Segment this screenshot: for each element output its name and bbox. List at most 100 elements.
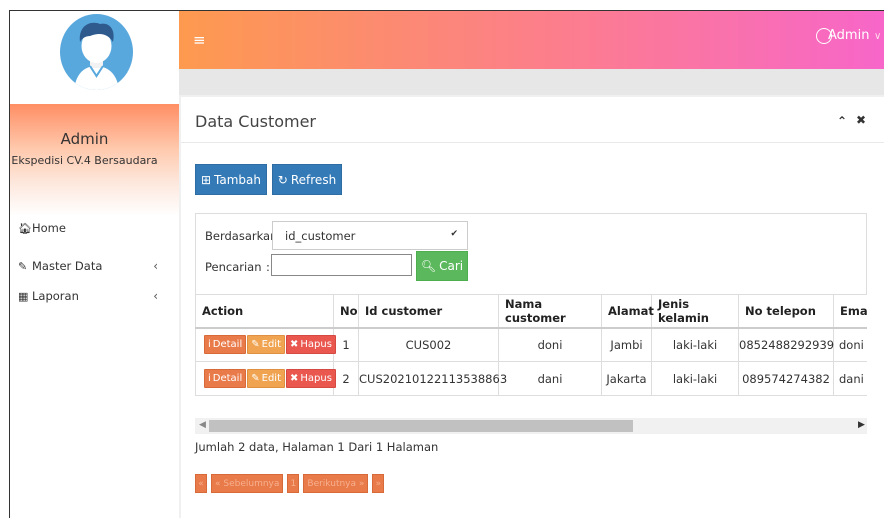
edit-icon: ✎ <box>251 339 260 351</box>
sidebar-item-laporan[interactable]: ▦ Laporan ‹ <box>18 286 158 306</box>
chevron-down-icon: ✔ <box>450 229 458 239</box>
chevron-left-icon: ‹ <box>153 289 158 303</box>
panel-divider <box>181 142 884 143</box>
content-subbar <box>179 69 884 95</box>
chevron-down-icon[interactable]: ∨ <box>874 31 881 42</box>
first-page-button[interactable]: « <box>195 474 207 493</box>
chevron-left-icon: ‹ <box>153 259 158 273</box>
edit-button[interactable]: ✎ Edit <box>247 335 286 355</box>
search-button[interactable]: 🔍︎ Cari <box>416 251 468 281</box>
delete-button[interactable]: ✖ Hapus <box>286 369 336 388</box>
collapse-icon[interactable]: ⌃ <box>837 114 847 128</box>
page-title: Data Customer <box>195 112 317 131</box>
table-row: i Detail ✎ Edit ✖ Hapus 2 CUS20210122113538… <box>195 361 867 396</box>
cell-telepon: 089574274382 <box>738 361 834 396</box>
scrollbar-thumb[interactable] <box>209 420 633 432</box>
cell-email: doni <box>833 327 867 362</box>
table-summary: Jumlah 2 data, Halaman 1 Dari 1 Halaman <box>195 440 439 454</box>
cell-jenis-kelamin: laki-laki <box>651 327 739 362</box>
home-icon: 🏠︎ <box>18 221 32 235</box>
cell-no: 2 <box>333 361 359 396</box>
search-icon: 🔍︎ <box>420 259 437 273</box>
frame-top <box>0 0 884 10</box>
column-header: No <box>333 294 359 329</box>
scroll-left-icon[interactable]: ◀ <box>199 420 206 430</box>
search-input[interactable] <box>271 254 412 276</box>
delete-label: Hapus <box>300 339 332 351</box>
sidebar-user-name: Admin <box>60 130 109 148</box>
search-by-value: id_customer <box>285 228 356 243</box>
action-cell: i Detail ✎ Edit ✖ Hapus <box>195 361 336 396</box>
search-by-select[interactable]: id_customer ✔ <box>272 221 468 250</box>
refresh-icon: ↻ <box>277 172 288 187</box>
sidebar-item-master-data[interactable]: ✎ Master Data ‹ <box>18 256 158 276</box>
column-header: Nama customer <box>498 294 602 329</box>
cell-alamat: Jakarta <box>601 361 652 396</box>
customer-table: Action No Id customer Nama customer Alam… <box>195 294 867 396</box>
sidebar-item-label: Master Data <box>32 259 103 273</box>
search-colon: : <box>266 260 270 274</box>
column-header: Alamat <box>601 294 654 329</box>
sidebar-header <box>10 11 179 104</box>
search-by-label: Berdasarkan: <box>205 229 282 243</box>
table-header-row: Action No Id customer Nama customer Alam… <box>195 294 867 329</box>
cell-id: CUS002 <box>358 327 499 362</box>
edit-label: Edit <box>261 339 282 351</box>
search-button-label: Cari <box>439 259 464 273</box>
cell-telepon: 0852488292939 <box>738 327 834 362</box>
refresh-button-label: Refresh <box>290 172 337 187</box>
column-header: Id customer <box>358 294 499 329</box>
cell-alamat: Jambi <box>601 327 652 362</box>
sidebar-item-home[interactable]: 🏠︎ Home <box>18 218 158 238</box>
plus-icon: ⊞ <box>200 172 212 187</box>
close-icon[interactable]: ✖ <box>856 113 866 127</box>
table-row: i Detail ✎ Edit ✖ Hapus 1 CUS002 doni Jambi… <box>195 327 867 362</box>
column-header: No telepon <box>738 294 834 329</box>
cell-nama: doni <box>498 327 602 362</box>
info-icon: i <box>208 373 211 384</box>
add-button-label: Tambah <box>214 172 262 187</box>
cell-no: 1 <box>333 327 359 362</box>
detail-label: Detail <box>212 373 243 384</box>
action-cell: i Detail ✎ Edit ✖ Hapus <box>195 327 336 362</box>
column-header: Jenis kelamin <box>651 294 739 329</box>
delete-icon: ✖ <box>290 373 299 384</box>
detail-button[interactable]: i Detail <box>204 335 247 355</box>
cell-nama: dani <box>498 361 602 396</box>
delete-icon: ✖ <box>290 339 299 351</box>
delete-label: Hapus <box>300 373 332 384</box>
edit-icon: ✎ <box>251 373 260 384</box>
search-label: Pencarian <box>205 260 262 274</box>
scroll-right-icon[interactable]: ▶ <box>858 420 865 430</box>
column-header: Ema <box>833 294 867 329</box>
cell-jenis-kelamin: laki-laki <box>651 361 739 396</box>
horizontal-scrollbar[interactable]: ◀ ▶ <box>195 418 867 434</box>
last-page-button[interactable]: » <box>372 474 385 493</box>
edit-button[interactable]: ✎ Edit <box>247 369 286 388</box>
topbar: ≡ Admin ∨ <box>179 11 884 69</box>
calendar-icon: ▦ <box>18 289 29 303</box>
sidebar-item-label: Laporan <box>32 289 79 303</box>
refresh-button[interactable]: ↻ Refresh <box>272 164 342 195</box>
detail-button[interactable]: i Detail <box>204 369 247 388</box>
hamburger-icon[interactable]: ≡ <box>193 31 206 49</box>
sidebar-item-label: Home <box>32 221 66 235</box>
detail-label: Detail <box>212 339 243 351</box>
add-button[interactable]: ⊞ Tambah <box>195 164 267 195</box>
prev-page-button[interactable]: « Sebelumnya <box>211 474 284 493</box>
pagination: « « Sebelumnya 1 Berikutnya » » <box>195 474 385 493</box>
table-wrapper[interactable]: Action No Id customer Nama customer Alam… <box>195 294 867 399</box>
cell-id: CUS20210122113538863 <box>358 361 507 396</box>
column-header: Action <box>195 294 334 329</box>
sidebar-company: Ekspedisi CV.4 Bersaudara <box>11 154 158 167</box>
delete-button[interactable]: ✖ Hapus <box>286 335 336 355</box>
avatar <box>60 14 133 90</box>
next-page-button[interactable]: Berikutnya » <box>303 474 369 493</box>
info-icon: i <box>208 339 211 351</box>
user-avatar-icon <box>74 22 119 90</box>
user-menu[interactable]: Admin <box>828 28 869 43</box>
page-button[interactable]: 1 <box>287 474 300 493</box>
edit-icon: ✎ <box>18 259 28 273</box>
cell-email: dani <box>833 361 867 396</box>
edit-label: Edit <box>261 373 282 384</box>
